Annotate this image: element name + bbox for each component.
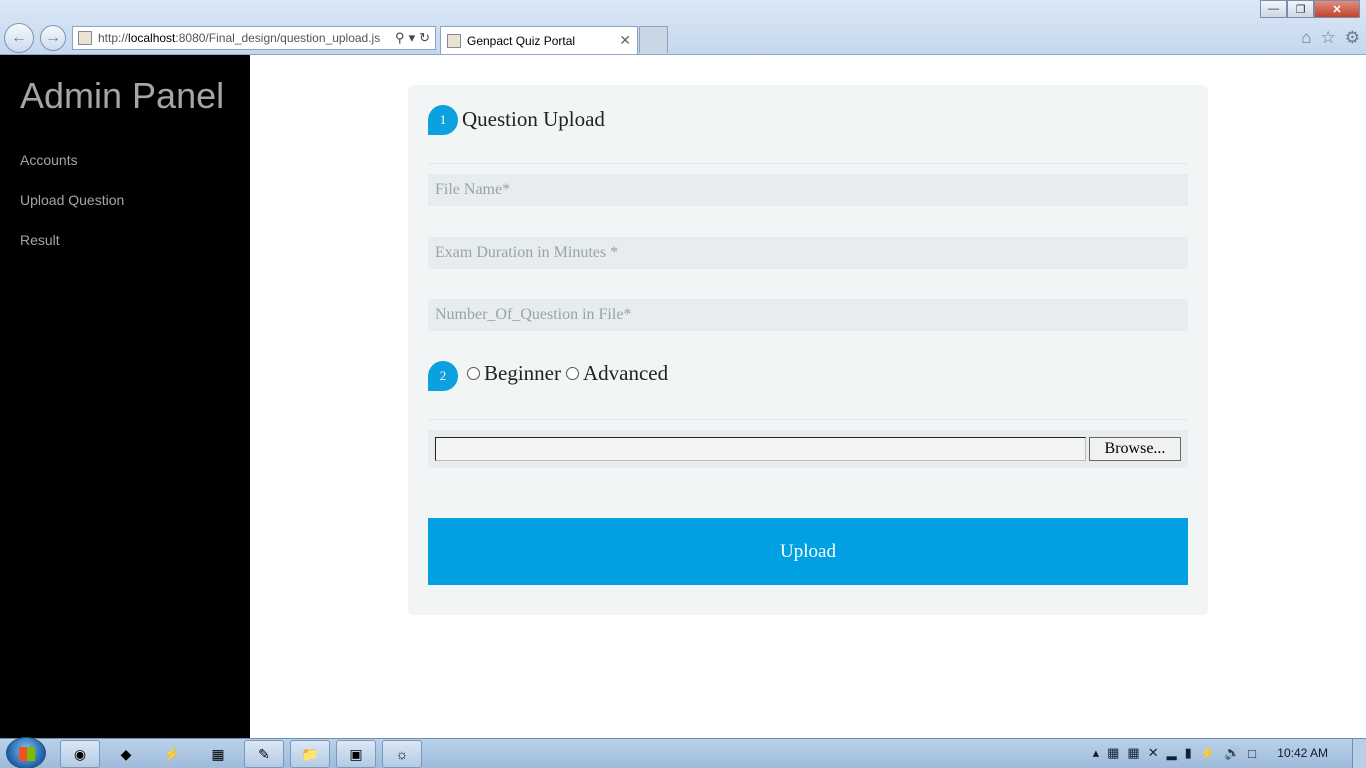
power-icon[interactable]: ▮ bbox=[1185, 745, 1192, 761]
settings-gear-icon[interactable]: ⚙ bbox=[1345, 28, 1360, 48]
file-upload-field: Browse... bbox=[428, 430, 1188, 468]
page-favicon-icon bbox=[78, 31, 92, 45]
show-hidden-icons-icon[interactable]: ▴ bbox=[1093, 745, 1100, 761]
sidebar-item-upload-question[interactable]: Upload Question bbox=[20, 192, 124, 208]
address-url[interactable]: http://localhost:8080/Final_design/quest… bbox=[98, 31, 380, 45]
new-tab-button[interactable] bbox=[639, 26, 668, 53]
arrow-left-icon: ← bbox=[11, 29, 27, 46]
sidebar-title: Admin Panel bbox=[20, 75, 225, 116]
xampp-icon[interactable]: ▦ bbox=[1107, 745, 1119, 761]
back-button[interactable]: ← bbox=[4, 23, 34, 53]
sidebar: Admin Panel Accounts Upload Question Res… bbox=[0, 55, 250, 738]
level-radio-group: Beginner Advanced bbox=[467, 361, 668, 386]
favorites-star-icon[interactable]: ☆ bbox=[1321, 28, 1336, 48]
clock[interactable]: 10:42 AM bbox=[1277, 746, 1328, 760]
close-tab-icon[interactable]: ✕ bbox=[619, 32, 631, 49]
advanced-radio[interactable] bbox=[565, 367, 579, 380]
question-count-input[interactable] bbox=[428, 299, 1188, 331]
tab-favicon-icon bbox=[447, 33, 461, 48]
chrome-taskbar-icon[interactable]: ◉ bbox=[60, 740, 100, 768]
dropdown-icon[interactable]: ▾ bbox=[409, 30, 416, 46]
w-app-icon[interactable]: □ bbox=[1248, 746, 1256, 761]
internet-explorer-taskbar-icon[interactable]: ☼ bbox=[382, 740, 422, 768]
lightning-tray-icon[interactable]: ⚡ bbox=[1200, 745, 1216, 761]
x-icon[interactable]: ✕ bbox=[1148, 745, 1159, 761]
minimize-button[interactable]: — bbox=[1260, 0, 1287, 18]
tab-title: Genpact Quiz Portal bbox=[467, 33, 576, 48]
beginner-radio[interactable] bbox=[467, 367, 480, 380]
question-upload-form: 1 Question Upload 2 Beginner Advanced Br… bbox=[408, 85, 1208, 615]
forward-button[interactable]: → bbox=[40, 25, 66, 51]
divider bbox=[428, 163, 1188, 164]
refresh-icon[interactable]: ↻ bbox=[419, 30, 430, 46]
step-1-badge: 1 bbox=[428, 105, 458, 135]
windows-logo-icon bbox=[19, 747, 35, 761]
volume-icon[interactable]: 🔊 bbox=[1224, 745, 1240, 761]
restore-button[interactable]: ❐ bbox=[1287, 0, 1314, 18]
section-title: Question Upload bbox=[462, 107, 605, 131]
app-taskbar-icon[interactable]: ◆ bbox=[106, 740, 146, 768]
system-tray: ▴ ▦ ▦ ✕ ▂ ▮ ⚡ 🔊 □ bbox=[1093, 745, 1256, 761]
address-bar[interactable]: http://localhost:8080/Final_design/quest… bbox=[72, 26, 436, 50]
search-icon[interactable]: ⚲ bbox=[395, 30, 405, 46]
app-window-taskbar-icon[interactable]: ▣ bbox=[336, 740, 376, 768]
network-signal-icon[interactable]: ▂ bbox=[1167, 745, 1177, 761]
browse-button[interactable]: Browse... bbox=[1089, 437, 1181, 461]
notepad-taskbar-icon[interactable]: ✎ bbox=[244, 740, 284, 768]
browser-tab[interactable]: Genpact Quiz Portal ✕ bbox=[440, 26, 638, 54]
lightning-app-taskbar-icon[interactable]: ⚡ bbox=[152, 740, 192, 768]
arrow-right-icon: → bbox=[45, 29, 61, 46]
sidebar-item-accounts[interactable]: Accounts bbox=[20, 152, 78, 168]
step-2-badge: 2 bbox=[428, 361, 458, 391]
home-icon[interactable]: ⌂ bbox=[1301, 28, 1311, 48]
beginner-label: Beginner bbox=[484, 361, 561, 385]
taskbar: ◉ ◆ ⚡ ▦ ✎ 📁 ▣ ☼ ▴ ▦ ▦ ✕ ▂ ▮ ⚡ 🔊 □ 10:42 … bbox=[0, 737, 1366, 768]
browser-chrome: ← → http://localhost:8080/Final_design/q… bbox=[0, 0, 1366, 55]
show-desktop-button[interactable] bbox=[1352, 739, 1366, 768]
file-name-input[interactable] bbox=[428, 174, 1188, 206]
calculator-taskbar-icon[interactable]: ▦ bbox=[198, 740, 238, 768]
upload-button[interactable]: Upload bbox=[428, 518, 1188, 585]
start-button[interactable] bbox=[6, 737, 46, 768]
explorer-taskbar-icon[interactable]: 📁 bbox=[290, 740, 330, 768]
exam-duration-input[interactable] bbox=[428, 237, 1188, 269]
sidebar-item-result[interactable]: Result bbox=[20, 232, 60, 248]
divider bbox=[428, 419, 1188, 420]
advanced-label: Advanced bbox=[582, 361, 669, 385]
close-window-button[interactable]: ✕ bbox=[1314, 0, 1360, 18]
windows-flag-icon[interactable]: ▦ bbox=[1127, 745, 1139, 761]
file-path-input[interactable] bbox=[435, 437, 1086, 461]
